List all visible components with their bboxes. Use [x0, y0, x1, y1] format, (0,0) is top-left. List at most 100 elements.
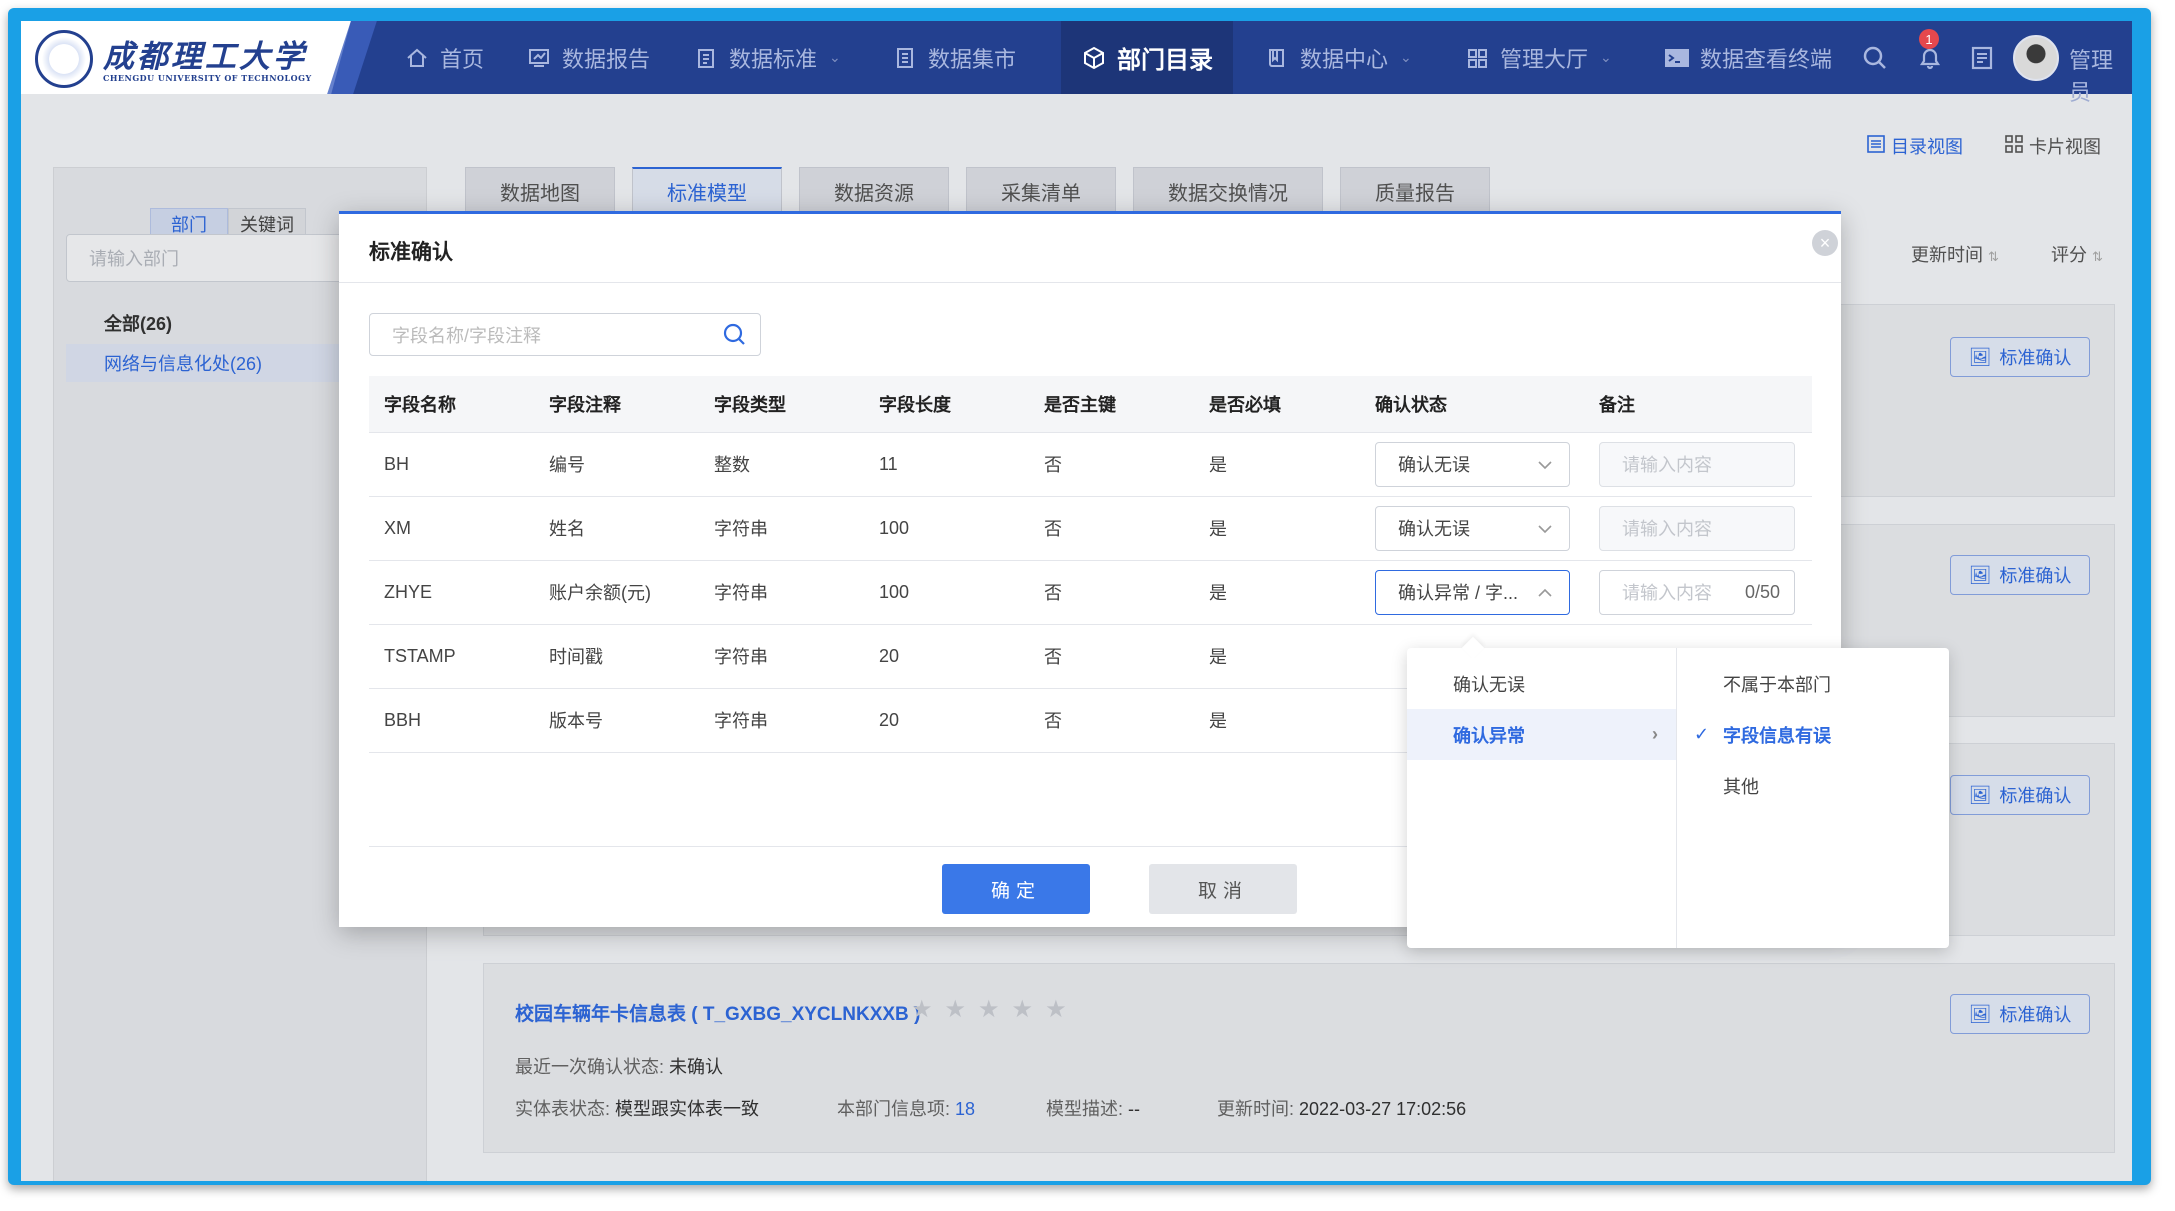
field-name: ZHYE	[369, 560, 534, 625]
notification-badge: 1	[1919, 29, 1939, 49]
app-screen: 成都理工大学 CHENGDU UNIVERSITY OF TECHNOLOGY …	[21, 21, 2132, 1181]
remark-input[interactable]: 请输入内容	[1599, 505, 1795, 551]
field-required: 是	[1194, 688, 1360, 753]
field-name: TSTAMP	[369, 624, 534, 689]
field-type: 整数	[699, 432, 864, 497]
note-icon[interactable]	[1970, 45, 1994, 76]
confirm-status-select[interactable]: 确认异常 / 字...	[1375, 569, 1570, 615]
remark-placeholder: 请输入内容	[1622, 519, 1712, 539]
nav-label: 首页	[440, 46, 485, 72]
status-cell: 确认无误	[1360, 432, 1584, 497]
cascader-option[interactable]: 确认异常 ›	[1407, 709, 1676, 760]
cascader-option[interactable]: 不属于本部门	[1678, 658, 1949, 709]
nav-item-standards[interactable]: 数据标准 ⌄	[693, 21, 841, 94]
remark-placeholder: 请输入内容	[1622, 583, 1712, 603]
nav-label: 数据标准	[729, 46, 818, 72]
nav-label: 管理大厅	[1500, 46, 1589, 72]
cascader-option[interactable]: 其他	[1678, 760, 1949, 811]
field-type: 字符串	[699, 688, 864, 753]
avatar[interactable]	[2013, 35, 2059, 81]
column-header: 字段注释	[534, 376, 699, 433]
field-required: 是	[1194, 496, 1360, 561]
nav-item-reports[interactable]: 数据报告	[526, 21, 650, 94]
nav-item-admin-hall[interactable]: 管理大厅 ⌄	[1464, 21, 1612, 94]
search-icon[interactable]	[1862, 45, 1888, 76]
book-icon	[1264, 45, 1290, 71]
remark-input[interactable]: 请输入内容	[1599, 441, 1795, 487]
column-header: 是否必填	[1194, 376, 1360, 433]
column-header: 字段名称	[369, 376, 534, 433]
nav-item-home[interactable]: 首页	[404, 21, 484, 94]
clipboard-icon	[693, 45, 719, 71]
nav-item-data-center[interactable]: 数据中心 ⌄	[1264, 21, 1412, 94]
option-label: 其他	[1723, 776, 1759, 797]
option-label: 不属于本部门	[1723, 674, 1831, 695]
column-header: 备注	[1584, 376, 1812, 433]
remark-cell: 请输入内容	[1584, 496, 1812, 561]
cancel-button[interactable]: 取消	[1149, 864, 1297, 914]
status-cell: 确认无误	[1360, 496, 1584, 561]
remark-char-count: 0/50	[1744, 581, 1780, 602]
university-emblem-icon	[35, 30, 93, 88]
nav-label: 数据中心	[1300, 46, 1389, 72]
confirm-status-select[interactable]: 确认无误	[1375, 505, 1570, 551]
field-primary-key: 否	[1029, 496, 1194, 561]
nav-label: 数据集市	[928, 46, 1017, 72]
field-primary-key: 否	[1029, 432, 1194, 497]
dialog-title: 标准确认	[369, 241, 453, 264]
table-row: BH 编号 整数 11 否 是 确认无误 请输入内容	[369, 432, 1812, 497]
nav-label: 数据查看终端	[1700, 46, 1833, 72]
option-label: 确认无误	[1453, 674, 1525, 695]
confirm-button[interactable]: 确定	[942, 864, 1090, 914]
field-comment: 时间戳	[534, 624, 699, 689]
column-header: 确认状态	[1360, 376, 1584, 433]
search-icon[interactable]	[722, 322, 748, 353]
field-required: 是	[1194, 560, 1360, 625]
cascader-option[interactable]: ✓ 字段信息有误	[1678, 709, 1949, 760]
nav-item-dept-catalog[interactable]: 部门目录	[1061, 21, 1233, 94]
column-header: 字段类型	[699, 376, 864, 433]
logo-chinese-name: 成都理工大学	[103, 39, 307, 75]
chevron-down-icon	[1537, 518, 1553, 539]
cube-icon	[1081, 45, 1107, 71]
nav-item-data-terminal[interactable]: 数据查看终端	[1664, 21, 1832, 94]
column-header: 是否主键	[1029, 376, 1194, 433]
status-value: 确认无误	[1398, 455, 1470, 475]
nav-label: 数据报告	[562, 46, 651, 72]
chevron-right-icon: ›	[1652, 724, 1658, 744]
field-length: 100	[864, 496, 1029, 561]
grid-icon	[1464, 45, 1490, 71]
field-length: 11	[864, 432, 1029, 497]
chevron-down-icon	[1537, 454, 1553, 475]
field-required: 是	[1194, 432, 1360, 497]
confirm-status-select[interactable]: 确认无误	[1375, 441, 1570, 487]
chevron-down-icon: ⌄	[1600, 49, 1612, 65]
field-length: 20	[864, 624, 1029, 689]
field-type: 字符串	[699, 496, 864, 561]
university-logo[interactable]: 成都理工大学 CHENGDU UNIVERSITY OF TECHNOLOGY	[21, 21, 351, 94]
dialog-divider	[339, 282, 1841, 283]
chevron-up-icon	[1537, 582, 1553, 603]
cascader-level-1: 确认无误 确认异常 ›	[1407, 648, 1677, 948]
field-comment: 姓名	[534, 496, 699, 561]
remark-placeholder: 请输入内容	[1622, 455, 1712, 475]
top-nav: 成都理工大学 CHENGDU UNIVERSITY OF TECHNOLOGY …	[21, 21, 2132, 105]
field-name: BH	[369, 432, 534, 497]
chevron-down-icon: ⌄	[829, 49, 841, 65]
field-search-input[interactable]: 字段名称/字段注释	[369, 313, 761, 356]
check-icon: ✓	[1694, 724, 1710, 744]
field-type: 字符串	[699, 624, 864, 689]
home-icon	[404, 45, 430, 71]
cascader-option[interactable]: 确认无误	[1407, 658, 1676, 709]
cascader-level-2: 不属于本部门 ✓ 字段信息有误 其他	[1678, 648, 1949, 948]
remark-input[interactable]: 请输入内容 0/50	[1599, 569, 1795, 615]
status-cascader-dropdown: 确认无误 确认异常 › 不属于本部门 ✓ 字段信息有误 其他	[1407, 636, 1949, 948]
bell-icon[interactable]	[1917, 45, 1943, 76]
remark-cell: 请输入内容 0/50	[1584, 560, 1812, 625]
close-icon[interactable]: ×	[1812, 230, 1838, 256]
field-comment: 版本号	[534, 688, 699, 753]
status-value: 确认异常 / 字...	[1398, 583, 1519, 603]
nav-item-data-mart[interactable]: 数据集市	[892, 21, 1016, 94]
field-required: 是	[1194, 624, 1360, 689]
field-length: 20	[864, 688, 1029, 753]
